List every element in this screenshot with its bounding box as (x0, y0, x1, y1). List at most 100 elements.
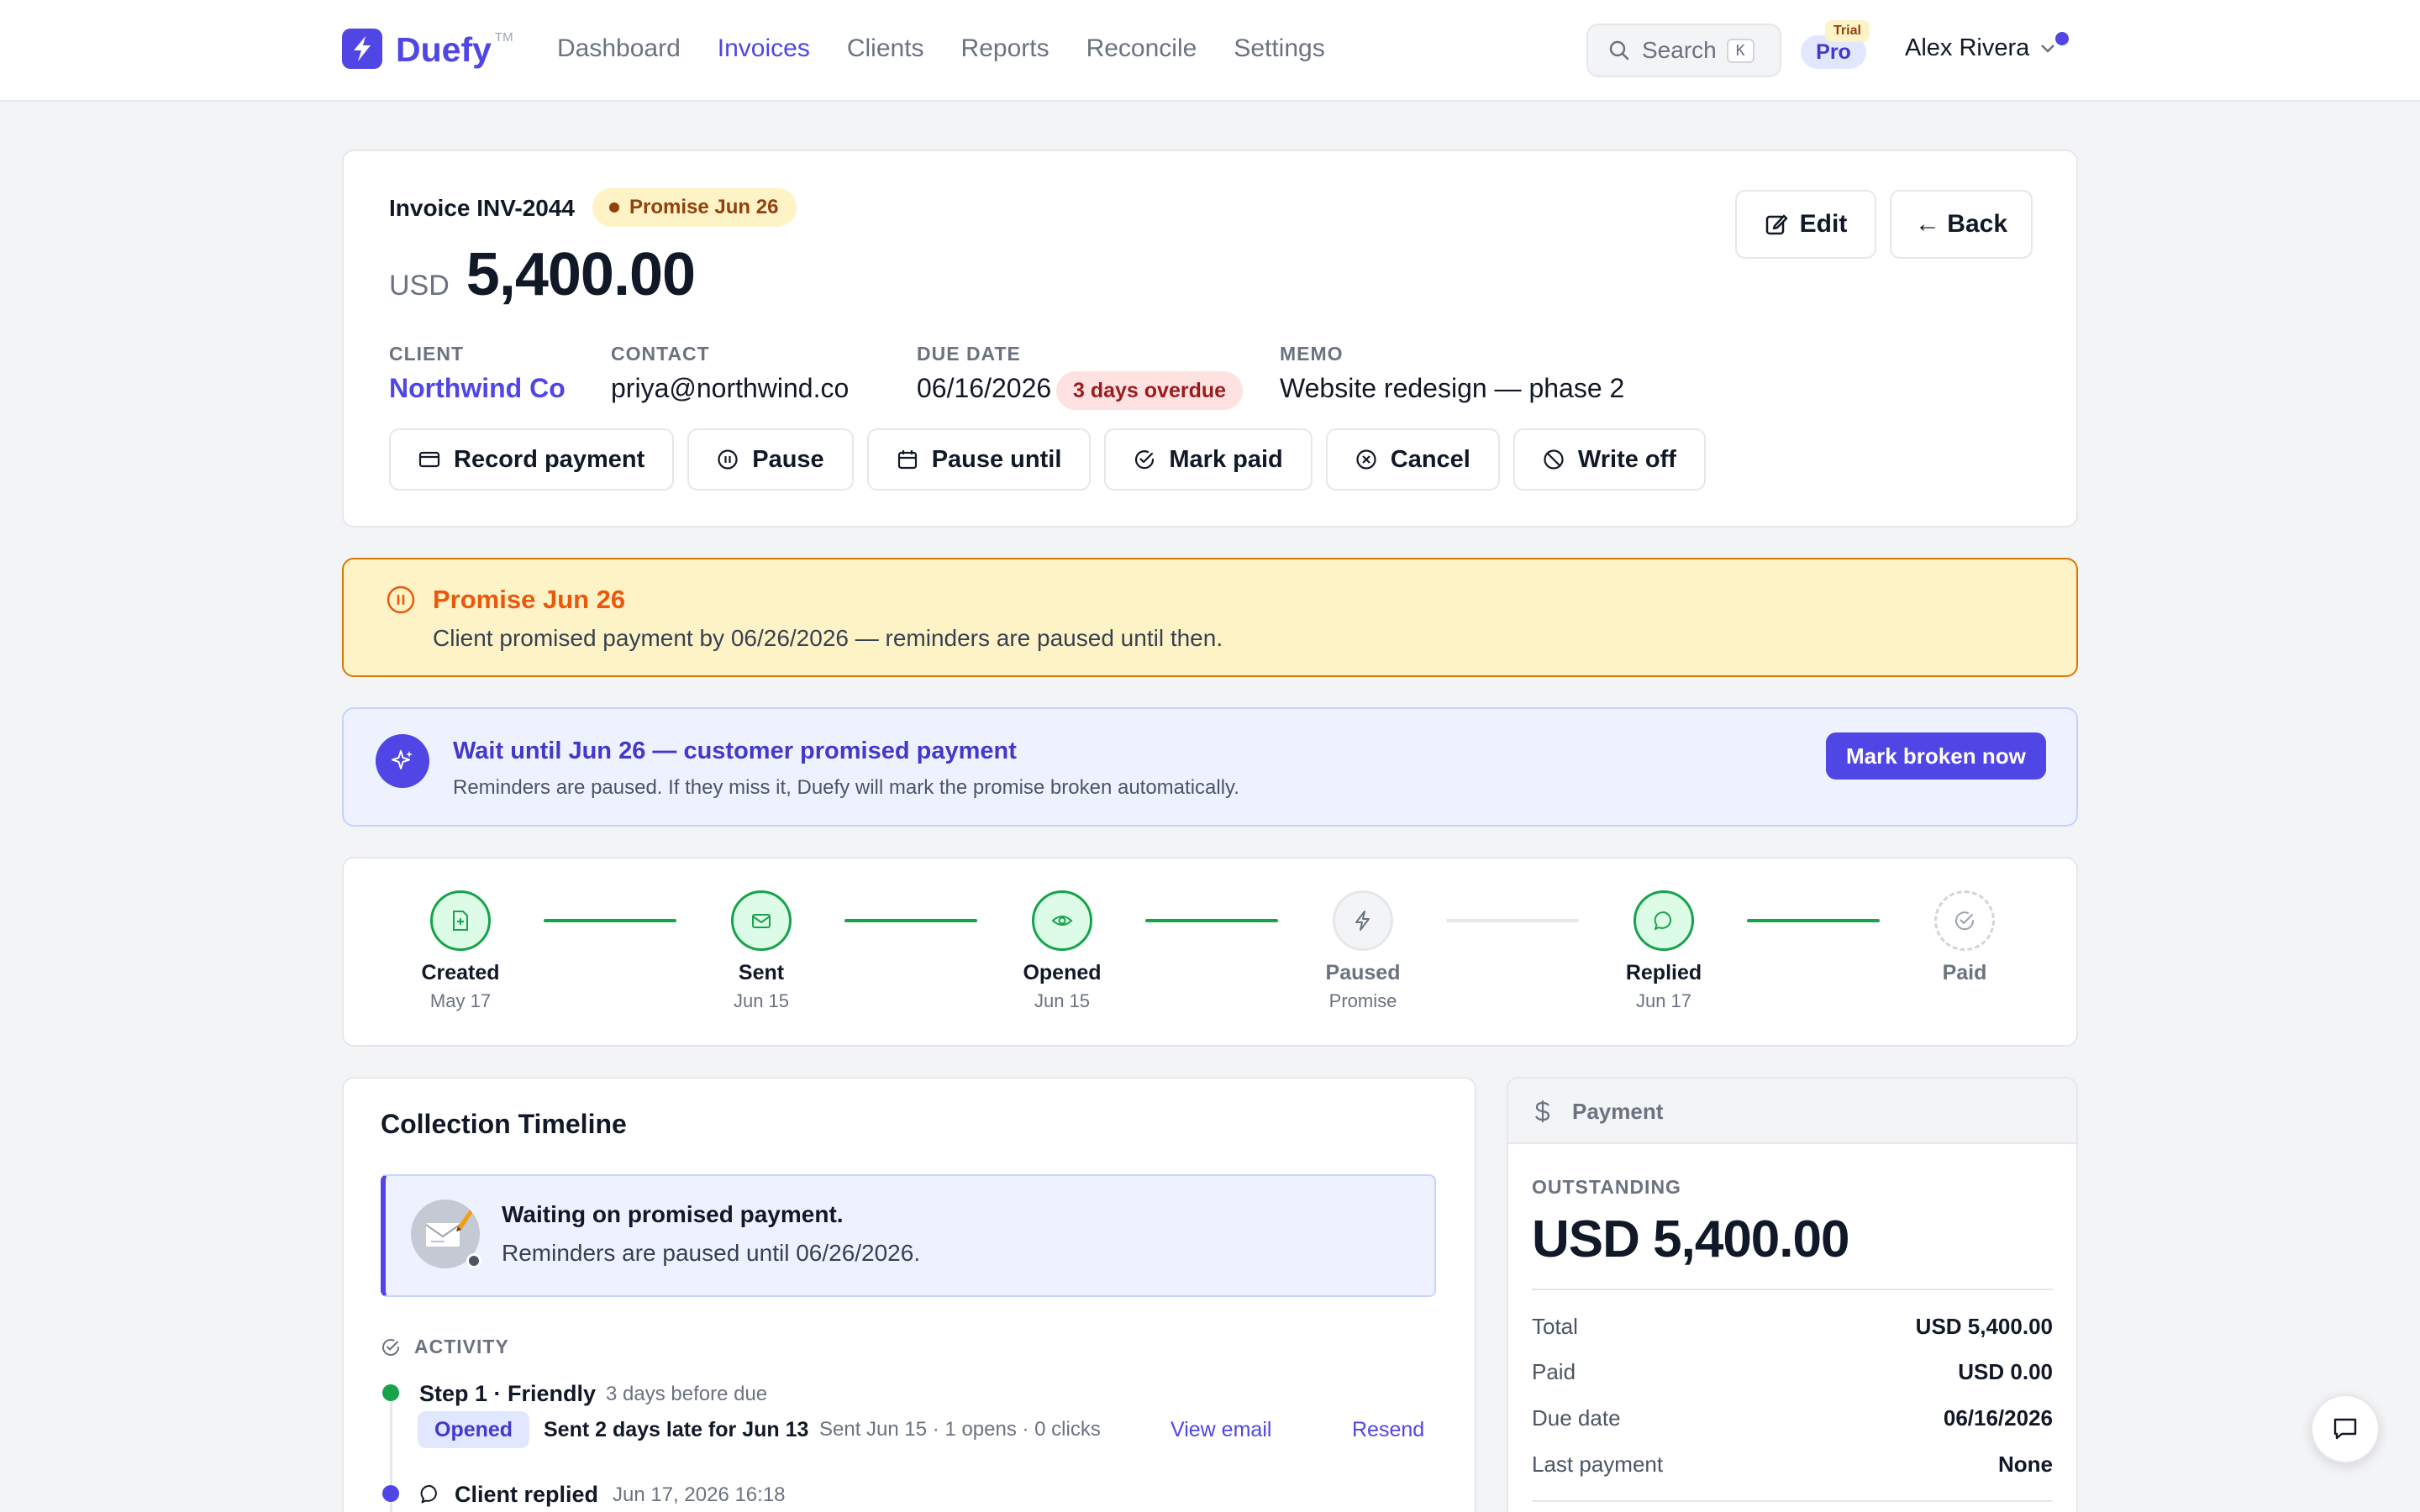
sparkle-icon (376, 734, 429, 788)
payment-header-label: Payment (1572, 1099, 1664, 1124)
step-opened: Opened Jun 15 (986, 890, 1138, 1012)
file-plus-icon (430, 890, 491, 951)
eye-icon (1032, 890, 1092, 951)
step-label: Paid (1942, 961, 1987, 984)
timeline-title: Collection Timeline (381, 1109, 627, 1139)
promise-banner-text: Client promised payment by 06/26/2026 — … (433, 625, 1223, 651)
pause-button[interactable]: Pause (687, 428, 854, 491)
top-navigation: Duefy TM Dashboard Invoices Clients Repo… (0, 0, 2420, 102)
chevron-down-icon (2039, 43, 2056, 55)
step-connector (844, 919, 977, 922)
nav-reconcile[interactable]: Reconcile (1086, 32, 1197, 66)
credit-card-icon (418, 449, 454, 470)
overdue-badge: 3 days overdue (1056, 371, 1244, 410)
activity-label: ACTIVITY (414, 1336, 509, 1357)
activity-header: ACTIVITY (381, 1336, 509, 1358)
pause-until-label: Pause until (931, 445, 1062, 473)
step-date: May 17 (429, 990, 492, 1011)
record-payment-button[interactable]: Record payment (389, 428, 675, 491)
write-off-button[interactable]: Write off (1512, 428, 1706, 491)
payment-row-value: USD 5,400.00 (1915, 1314, 2053, 1339)
nav-invoices[interactable]: Invoices (718, 32, 810, 66)
activity-step-meta: 3 days before due (606, 1383, 768, 1405)
payment-row-key: Paid (1532, 1359, 1576, 1384)
mail-icon (731, 890, 792, 951)
suggestion-text: Reminders are paused. If they miss it, D… (453, 776, 1239, 799)
mark-broken-button[interactable]: Mark broken now (1826, 732, 2046, 780)
payment-divider (1532, 1500, 2053, 1502)
promise-banner: Promise Jun 26 Client promised payment b… (342, 558, 2078, 677)
payment-card: Payment OUTSTANDING USD 5,400.00 Total U… (1507, 1077, 2078, 1512)
pause-until-button[interactable]: Pause until (866, 428, 1092, 491)
back-button[interactable]: ← Back (1890, 190, 2033, 259)
payment-row-key: Total (1532, 1314, 1578, 1339)
due-date-label: DUE DATE (917, 343, 1021, 365)
nav-dashboard[interactable]: Dashboard (557, 32, 681, 66)
step-date: Jun 17 (1635, 990, 1692, 1011)
payment-row-due-date: Due date 06/16/2026 (1532, 1405, 2053, 1431)
contact-value: priya@northwind.co (611, 373, 850, 403)
mark-paid-label: Mark paid (1169, 445, 1283, 473)
step-created: Created May 17 (385, 890, 536, 1012)
resend-link[interactable]: Resend (1352, 1418, 1424, 1442)
back-label: ← Back (1914, 210, 2008, 238)
timeline-dot (382, 1384, 399, 1401)
payment-row-last-payment: Last payment None (1532, 1452, 2053, 1478)
outstanding-amount: USD 5,400.00 (1532, 1210, 1849, 1268)
client-link[interactable]: Northwind Co (389, 373, 566, 404)
bolt-icon (1333, 890, 1393, 951)
view-email-link[interactable]: View email (1171, 1418, 1271, 1442)
dollar-icon (1534, 1099, 1552, 1124)
invoice-header-card: Invoice INV-2044 Promise Jun 26 USD 5,40… (342, 150, 2078, 528)
payment-row-key: Last payment (1532, 1452, 1664, 1477)
step-label: Replied (1625, 961, 1702, 984)
write-off-label: Write off (1577, 445, 1676, 473)
calendar-icon (897, 449, 932, 470)
nav-settings[interactable]: Settings (1234, 32, 1324, 66)
chat-icon (419, 1483, 441, 1505)
brand[interactable]: Duefy TM (342, 29, 513, 71)
activity-reply-meta: Jun 17, 2026 16:18 (613, 1483, 786, 1506)
step-connector (544, 919, 676, 922)
activity-reply-title: Client replied (455, 1482, 599, 1507)
nav-reports[interactable]: Reports (961, 32, 1050, 66)
invoice-amount-value: 5,400.00 (466, 241, 696, 308)
payment-row-key: Due date (1532, 1405, 1621, 1431)
user-menu[interactable]: Alex Rivera (1905, 34, 2056, 62)
step-label: Opened (1023, 961, 1102, 984)
invoice-amount: USD 5,400.00 (389, 240, 696, 309)
outstanding-label: OUTSTANDING (1532, 1176, 1681, 1198)
step-label: Sent (738, 961, 785, 984)
check-circle-icon (1934, 890, 1995, 951)
nav-clients[interactable]: Clients (847, 32, 924, 66)
timeline-dot (382, 1485, 399, 1502)
step-date: Promise (1328, 990, 1397, 1011)
notification-dot (2055, 32, 2069, 45)
status-badge: Promise Jun 26 (592, 188, 797, 227)
due-date-value: 06/16/2026 (917, 373, 1052, 403)
mark-paid-button[interactable]: Mark paid (1104, 428, 1313, 491)
status-dot (609, 202, 619, 213)
promise-banner-title: Promise Jun 26 (433, 585, 626, 614)
search-icon (1608, 39, 1630, 61)
chat-button[interactable] (2311, 1394, 2380, 1463)
search-button[interactable]: Search K (1586, 24, 1781, 77)
search-label: Search (1642, 37, 1717, 63)
edit-button[interactable]: Edit (1735, 190, 1876, 259)
client-label: CLIENT (389, 343, 465, 365)
trial-badge: Trial (1825, 20, 1870, 42)
step-replied: Replied Jun 17 (1588, 890, 1739, 1012)
payment-row-total: Total USD 5,400.00 (1532, 1314, 2053, 1340)
timeline-status-text: Reminders are paused until 06/26/2026. (502, 1240, 921, 1266)
opened-badge: Opened (418, 1411, 530, 1448)
step-label: Created (421, 961, 500, 984)
payment-row-paid: Paid USD 0.00 (1532, 1359, 2053, 1385)
invoice-currency: USD (389, 270, 450, 302)
collection-timeline: Collection Timeline Waiting on promised … (342, 1077, 1476, 1512)
x-circle-icon (1355, 449, 1391, 470)
user-name: Alex Rivera (1905, 34, 2030, 61)
step-connector (1747, 919, 1880, 922)
main-nav: Dashboard Invoices Clients Reports Recon… (557, 32, 1362, 66)
payment-row-value: 06/16/2026 (1943, 1405, 2053, 1431)
cancel-button[interactable]: Cancel (1325, 428, 1500, 491)
